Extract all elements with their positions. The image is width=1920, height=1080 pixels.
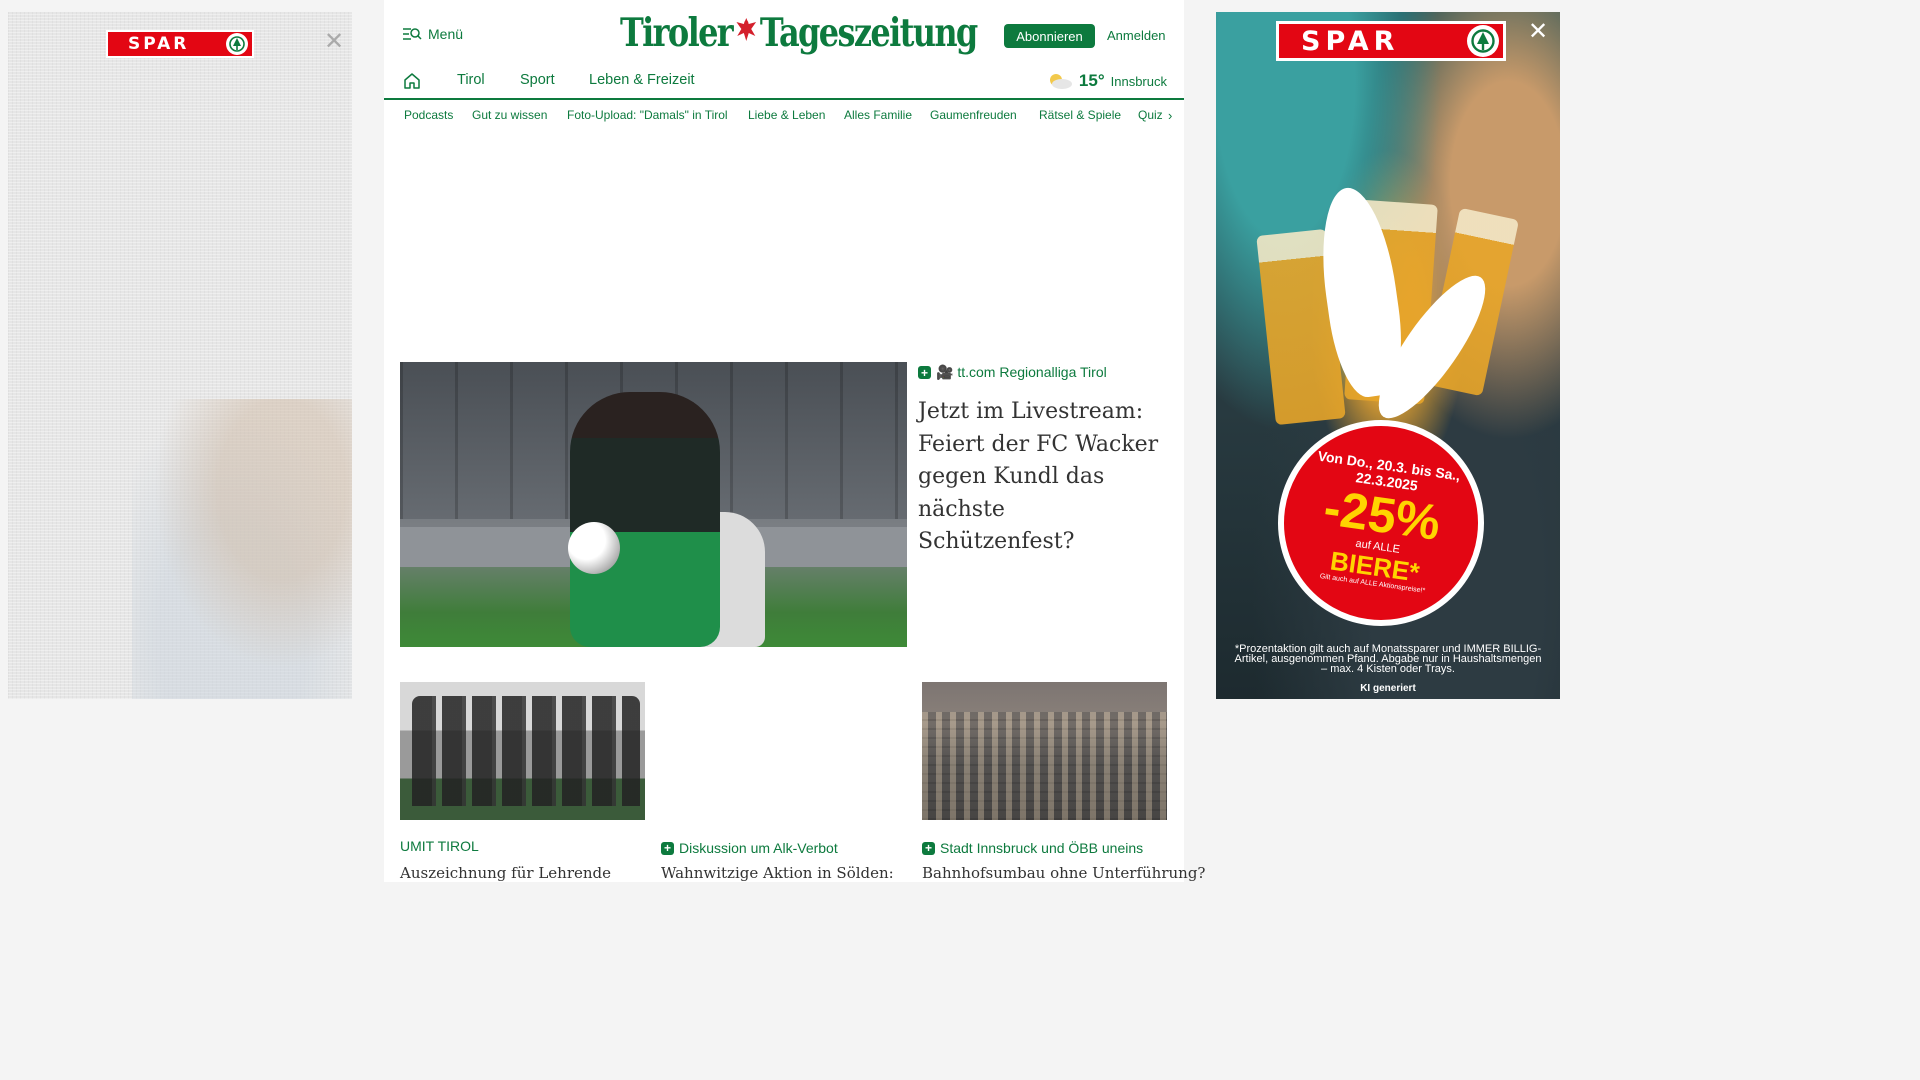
ai-generated-note: KI generiert [1360,683,1416,694]
sub-item-raetsel-spiele[interactable]: Rätsel & Spiele [1039,108,1121,122]
hero-image-ball [568,522,620,574]
plus-icon: + [661,841,674,855]
weather-city: Innsbruck [1110,73,1167,89]
teaser-kicker[interactable]: + Stadt Innsbruck und ÖBB uneins [922,840,1143,856]
close-icon[interactable]: ✕ [324,30,344,54]
sub-item-alles-familie[interactable]: Alles Familie [844,108,912,122]
ad-left-background-image [132,399,352,699]
nav-item-tirol[interactable]: Tirol [457,72,485,88]
hero-kicker-text: 🎥 tt.com Regionalliga Tirol [936,364,1107,380]
spar-logo-text: SPAR [1301,25,1400,57]
sub-navigation: Podcasts Gut zu wissen Foto-Upload: "Dam… [384,108,1184,126]
plus-icon: + [922,841,935,855]
teaser-kicker-text: Stadt Innsbruck und ÖBB uneins [940,840,1144,856]
logo-text-right: Tageszeitung [759,10,978,56]
sub-item-podcasts[interactable]: Podcasts [404,108,453,122]
promo-fine-print: *Prozentaktion gilt auch auf Monatsspare… [1234,643,1542,675]
spar-logo[interactable]: SPAR [106,30,254,58]
tyrolean-eagle-icon [734,14,759,52]
plus-icon: + [918,366,931,379]
menu-label: Menü [428,26,464,42]
sub-item-gut-zu-wissen[interactable]: Gut zu wissen [472,108,547,122]
teaser-headline[interactable]: Bahnhofsumbau ohne Unterführung? [922,864,1205,882]
hero-image-player [570,392,720,647]
teaser-kicker[interactable]: + Diskussion um Alk-Verbot [661,840,838,856]
teaser-image[interactable] [400,682,645,820]
sub-item-quiz[interactable]: Quiz [1138,108,1163,122]
teaser-image-people [412,696,640,806]
teaser-headline[interactable]: Wahnwitzige Aktion in Sölden: [661,864,894,882]
login-link[interactable]: Anmelden [1107,28,1166,43]
close-icon[interactable]: ✕ [1528,20,1548,44]
menu-search-icon [403,28,422,40]
logo-text-left: Tiroler [620,10,734,56]
subscribe-button[interactable]: Abonnieren [1004,24,1095,48]
spar-logo[interactable]: SPAR [1276,21,1506,61]
main-column: Menü Tiroler Tageszeitung Abonnieren Anm… [384,0,1205,882]
nav-item-sport[interactable]: Sport [520,72,555,88]
weather-widget[interactable]: 15° Innsbruck [1047,71,1167,91]
nav-item-leben-freizeit[interactable]: Leben & Freizeit [589,72,695,88]
main-navigation: Tirol Sport Leben & Freizeit 15° Innsbru… [384,62,1184,100]
sub-item-liebe-leben[interactable]: Liebe & Leben [748,108,825,122]
partly-cloudy-icon [1049,74,1072,89]
teaser-image-city [922,712,1167,820]
hero-headline[interactable]: Jetzt im Livestream: Feiert der FC Wacke… [918,396,1168,559]
sub-item-gaumenfreuden[interactable]: Gaumenfreuden [930,108,1017,122]
hero-image[interactable] [400,362,907,647]
weather-temperature: 15° [1078,71,1105,90]
menu-button[interactable]: Menü [402,26,463,42]
chevron-right-icon[interactable]: › [1168,108,1172,123]
teaser-headline[interactable]: Auszeichnung für Lehrende [400,864,611,882]
teaser-image[interactable] [922,682,1167,820]
promo-badge[interactable]: Von Do., 20.3. bis Sa., 22.3.2025 -25% a… [1264,406,1498,640]
ad-right-skyscraper[interactable]: SPAR ✕ Von Do., 20.3. bis Sa., 22.3.2025… [1216,12,1560,699]
spar-tree-icon [226,33,248,55]
sub-item-foto-upload[interactable]: Foto-Upload: "Damals" in Tirol [567,108,728,122]
home-icon[interactable] [402,71,422,91]
teaser-kicker[interactable]: UMIT TIROL [400,838,479,854]
site-logo[interactable]: Tiroler Tageszeitung [620,10,978,56]
ad-left-skyscraper[interactable]: SPAR ✕ [8,12,352,699]
spar-tree-icon [1467,25,1499,57]
teaser-kicker-text: Diskussion um Alk-Verbot [679,840,838,856]
hero-kicker[interactable]: + 🎥 tt.com Regionalliga Tirol [918,364,1107,381]
spar-logo-text: SPAR [128,34,190,54]
